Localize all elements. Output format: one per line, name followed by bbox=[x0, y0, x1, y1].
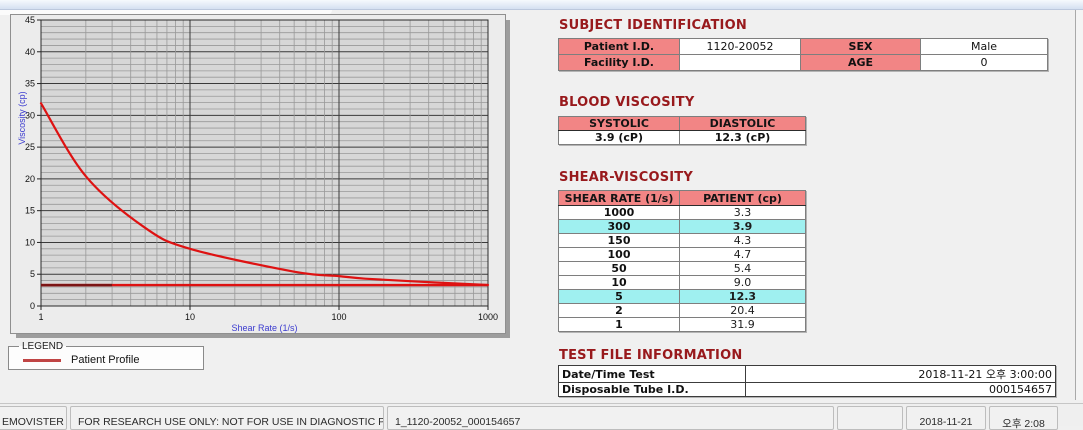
diastolic-header: DIASTOLIC bbox=[679, 116, 806, 131]
svg-text:45: 45 bbox=[25, 15, 35, 25]
sex-value: Male bbox=[920, 38, 1048, 55]
shear-rate-cell: 2 bbox=[558, 303, 680, 318]
viscosity-chart-panel: 0 5 10 15 20 25 30 35 40 45 1 10 100 1000 Shear Rate (… bbox=[10, 14, 506, 334]
systolic-value: 3.9 (cP) bbox=[558, 130, 680, 145]
svg-text:0: 0 bbox=[30, 301, 35, 311]
svg-text:100: 100 bbox=[331, 312, 346, 322]
subject-identification-title: SUBJECT IDENTIFICATION bbox=[559, 18, 747, 33]
svg-text:15: 15 bbox=[25, 206, 35, 216]
table-row: 50 5.4 bbox=[558, 261, 806, 276]
age-value: 0 bbox=[920, 54, 1048, 71]
table-row: 3.9 (cP) 12.3 (cP) bbox=[558, 130, 806, 145]
status-spare-cell bbox=[837, 406, 903, 430]
sex-label: SEX bbox=[800, 38, 921, 55]
panel-right-border bbox=[1075, 10, 1076, 400]
table-row: Patient I.D. 1120-20052 SEX Male bbox=[558, 38, 1048, 55]
patient-id-label: Patient I.D. bbox=[558, 38, 680, 55]
patient-id-value: 1120-20052 bbox=[679, 38, 801, 55]
table-row: 1 31.9 bbox=[558, 317, 806, 332]
patient-cp-cell: 9.0 bbox=[679, 275, 806, 290]
patient-cp-cell: 31.9 bbox=[679, 317, 806, 332]
test-file-information-table: Date/Time Test 2018-11-21 오후 3:00:00 Dis… bbox=[558, 365, 1056, 397]
shear-rate-cell: 150 bbox=[558, 233, 680, 248]
panel-right-margin bbox=[1076, 10, 1083, 400]
legend-entry-label: Patient Profile bbox=[71, 354, 140, 366]
table-row: 150 4.3 bbox=[558, 233, 806, 248]
date-time-test-label: Date/Time Test bbox=[558, 365, 746, 383]
shear-rate-header: SHEAR RATE (1/s) bbox=[558, 190, 680, 206]
shear-rate-cell: 50 bbox=[558, 261, 680, 276]
shear-rate-cell: 1000 bbox=[558, 205, 680, 220]
legend-box: LEGEND Patient Profile bbox=[8, 341, 204, 370]
shear-rate-cell: 300 bbox=[558, 219, 680, 234]
window-top-strip bbox=[0, 0, 1083, 10]
patient-cp-header: PATIENT (cp) bbox=[679, 190, 806, 206]
test-file-information-title: TEST FILE INFORMATION bbox=[559, 348, 743, 363]
patient-profile-line-sample bbox=[23, 358, 61, 362]
blood-viscosity-table: SYSTOLIC DIASTOLIC 3.9 (cP) 12.3 (cP) bbox=[558, 116, 806, 145]
table-row: 100 4.7 bbox=[558, 247, 806, 262]
svg-text:1000: 1000 bbox=[478, 312, 498, 322]
table-row: SYSTOLIC DIASTOLIC bbox=[558, 116, 806, 131]
patient-cp-cell: 12.3 bbox=[679, 289, 806, 304]
status-file-id: 1_1120-20052_000154657 bbox=[387, 406, 834, 430]
status-app-name: EMOVISTER bbox=[0, 406, 67, 430]
shear-rate-cell: 100 bbox=[558, 247, 680, 262]
systolic-header: SYSTOLIC bbox=[558, 116, 680, 131]
patient-cp-cell: 20.4 bbox=[679, 303, 806, 318]
patient-cp-cell: 3.9 bbox=[679, 219, 806, 234]
patient-cp-cell: 4.3 bbox=[679, 233, 806, 248]
svg-text:Viscosity (cp): Viscosity (cp) bbox=[17, 91, 27, 144]
svg-text:5: 5 bbox=[30, 269, 35, 279]
shear-rate-cell: 5 bbox=[558, 289, 680, 304]
table-header-row: SHEAR RATE (1/s) PATIENT (cp) bbox=[558, 190, 806, 206]
shear-rate-cell: 1 bbox=[558, 317, 680, 332]
table-row: Disposable Tube I.D. 000154657 bbox=[558, 382, 1056, 397]
status-disclaimer: FOR RESEARCH USE ONLY: NOT FOR USE IN DI… bbox=[70, 406, 384, 430]
shear-viscosity-table: SHEAR RATE (1/s) PATIENT (cp) 1000 3.3 30… bbox=[558, 190, 806, 332]
blood-viscosity-title: BLOOD VISCOSITY bbox=[559, 95, 695, 110]
disposable-tube-id-value: 000154657 bbox=[745, 382, 1056, 397]
legend-title: LEGEND bbox=[22, 341, 64, 352]
patient-cp-cell: 4.7 bbox=[679, 247, 806, 262]
disposable-tube-id-label: Disposable Tube I.D. bbox=[558, 382, 746, 397]
svg-text:Shear Rate (1/s): Shear Rate (1/s) bbox=[231, 323, 297, 333]
svg-text:10: 10 bbox=[25, 237, 35, 247]
table-row: 2 20.4 bbox=[558, 303, 806, 318]
patient-cp-cell: 3.3 bbox=[679, 205, 806, 220]
svg-text:10: 10 bbox=[185, 312, 195, 322]
table-row: 300 3.9 bbox=[558, 219, 806, 234]
age-label: AGE bbox=[800, 54, 921, 71]
patient-cp-cell: 5.4 bbox=[679, 261, 806, 276]
table-row: 10 9.0 bbox=[558, 275, 806, 290]
facility-id-label: Facility I.D. bbox=[558, 54, 680, 71]
svg-text:35: 35 bbox=[25, 79, 35, 89]
shear-viscosity-title: SHEAR-VISCOSITY bbox=[559, 170, 693, 185]
date-time-test-value: 2018-11-21 오후 3:00:00 bbox=[745, 365, 1056, 383]
subject-identification-table: Patient I.D. 1120-20052 SEX Male Facilit… bbox=[558, 38, 1048, 71]
svg-text:40: 40 bbox=[25, 47, 35, 57]
svg-text:1: 1 bbox=[38, 312, 43, 322]
facility-id-value bbox=[679, 54, 801, 71]
diastolic-value: 12.3 (cP) bbox=[679, 130, 806, 145]
table-row: 1000 3.3 bbox=[558, 205, 806, 220]
svg-text:20: 20 bbox=[25, 174, 35, 184]
table-row: 5 12.3 bbox=[558, 289, 806, 304]
status-date: 2018-11-21 bbox=[906, 406, 986, 430]
shear-rate-cell: 10 bbox=[558, 275, 680, 290]
table-row: Facility I.D. AGE 0 bbox=[558, 54, 1048, 71]
status-time: 오후 2:08 bbox=[989, 406, 1058, 430]
shear-viscosity-graph[interactable]: 0510152025303540451 10 100 1000Shear Rate (… bbox=[11, 15, 505, 333]
table-row: Date/Time Test 2018-11-21 오후 3:00:00 bbox=[558, 365, 1056, 383]
